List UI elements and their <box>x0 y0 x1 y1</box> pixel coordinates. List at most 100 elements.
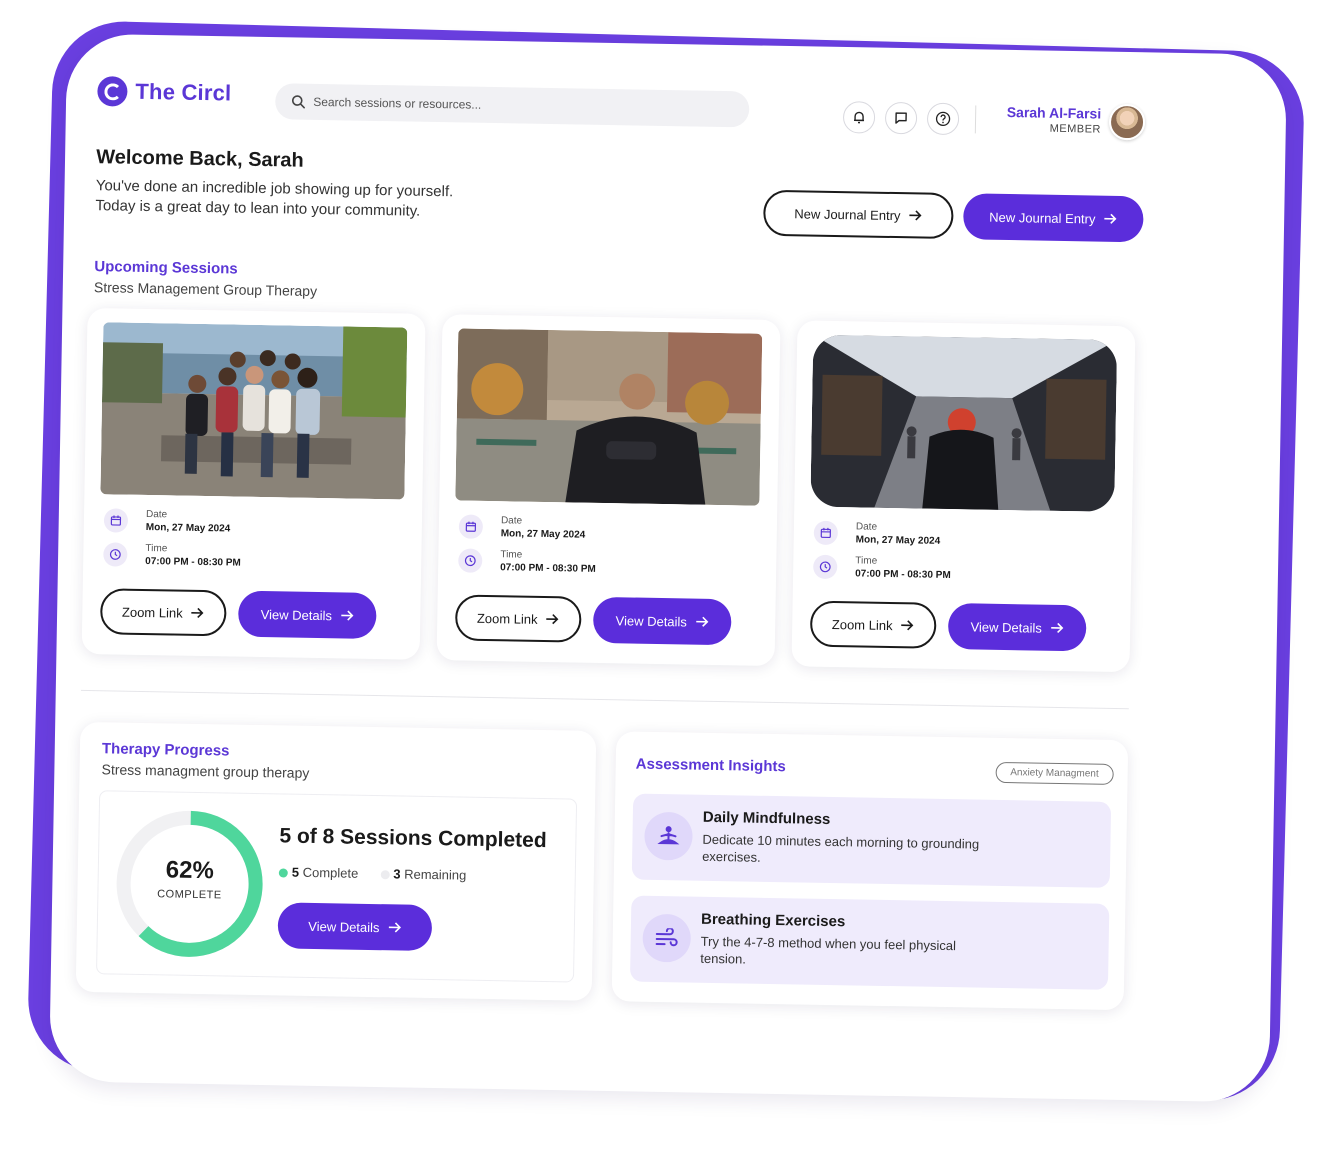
session-photo-subway <box>810 334 1118 512</box>
circl-logo-icon <box>97 76 128 107</box>
progress-percent: 62% <box>165 856 215 885</box>
button-label: View Details <box>970 618 1042 636</box>
section-subtitle: Stress Management Group Therapy <box>93 279 318 299</box>
time-value: 07:00 PM - 08:30 PM <box>145 556 241 569</box>
section-title: Assessment Insights <box>635 755 786 776</box>
section-title: Therapy Progress <box>101 740 230 760</box>
button-label: New Journal Entry <box>989 209 1096 227</box>
messages-button[interactable] <box>884 101 918 135</box>
session-photo-park <box>455 328 763 506</box>
button-label: Zoom Link <box>831 616 893 633</box>
session-time: Time 07:00 PM - 08:30 PM <box>458 548 596 575</box>
button-label: Zoom Link <box>121 604 183 621</box>
section-title: Upcoming Sessions <box>94 258 238 278</box>
button-label: New Journal Entry <box>794 205 901 223</box>
date-label: Date <box>145 509 168 521</box>
complete-dot-icon <box>278 868 288 878</box>
calendar-icon <box>813 520 839 546</box>
wind-icon <box>642 913 692 963</box>
time-label: Time <box>500 549 523 561</box>
user-info[interactable]: Sarah Al-Farsi MEMBER <box>991 104 1102 136</box>
legend-remaining: 3 Remaining <box>380 866 467 883</box>
button-label: View Details <box>308 918 380 935</box>
avatar[interactable] <box>1108 103 1146 141</box>
arrow-right-icon <box>901 620 914 631</box>
session-card: Date Mon, 27 May 2024 Time 07:00 PM - 08:3… <box>791 320 1136 673</box>
section-subtitle: Stress managment group therapy <box>101 761 310 781</box>
view-details-button[interactable]: View Details <box>592 596 732 646</box>
session-card: Date Mon, 27 May 2024 Time 07:00 PM - 08:3… <box>436 314 781 667</box>
time-value: 07:00 PM - 08:30 PM <box>855 568 951 582</box>
upcoming-sessions-header: Upcoming Sessions Stress Management Grou… <box>94 258 318 299</box>
arrow-right-icon <box>388 922 401 933</box>
arrow-right-icon <box>1104 213 1117 224</box>
notifications-button[interactable] <box>842 101 876 134</box>
meditation-icon <box>644 811 693 861</box>
category-tag[interactable]: Anxiety Managment <box>995 761 1114 785</box>
arrow-right-icon <box>909 210 922 221</box>
insight-item[interactable]: Daily Mindfulness Dedicate 10 minutes ea… <box>631 793 1112 888</box>
insight-title: Daily Mindfulness <box>702 808 831 829</box>
date-value: Mon, 27 May 2024 <box>855 534 941 547</box>
arrow-right-icon <box>546 614 559 625</box>
therapy-progress-header: Therapy Progress Stress managment group … <box>101 740 309 781</box>
view-details-button[interactable]: View Details <box>237 590 377 640</box>
view-details-button[interactable]: View Details <box>947 603 1087 652</box>
progress-panel: 62% COMPLETE 5 of 8 Sessions Completed 5… <box>96 790 578 983</box>
session-card: Date Mon, 27 May 2024 Time 07:00 PM - 08:3… <box>81 307 426 660</box>
search-bar[interactable] <box>274 83 750 128</box>
date-label: Date <box>500 515 523 527</box>
insight-title: Breathing Exercises <box>700 910 846 931</box>
calendar-icon <box>458 514 484 539</box>
zoom-link-button[interactable]: Zoom Link <box>809 600 937 649</box>
session-time: Time 07:00 PM - 08:30 PM <box>813 554 951 582</box>
session-date: Date Mon, 27 May 2024 <box>103 508 231 535</box>
view-details-button[interactable]: View Details <box>277 902 433 952</box>
user-role: MEMBER <box>1049 122 1102 136</box>
session-photo-group <box>100 322 408 500</box>
remaining-label: Remaining <box>404 866 467 883</box>
arrow-right-icon <box>695 616 709 627</box>
complete-count: 5 <box>291 864 300 880</box>
arrow-right-icon <box>191 607 204 619</box>
time-label: Time <box>855 555 878 567</box>
clock-icon <box>103 542 128 567</box>
zoom-link-button[interactable]: Zoom Link <box>99 588 227 637</box>
session-date: Date Mon, 27 May 2024 <box>813 520 941 547</box>
legend-complete: 5 Complete <box>278 864 358 881</box>
dashboard-screen: The Circl Sarah Al-Farsi MEMBER Welcome … <box>75 58 1252 1058</box>
section-divider <box>80 689 1129 710</box>
session-time: Time 07:00 PM - 08:30 PM <box>103 542 241 569</box>
time-label: Time <box>145 543 168 555</box>
therapy-progress-card: Therapy Progress Stress managment group … <box>75 721 597 1001</box>
search-input[interactable] <box>313 94 714 116</box>
arrow-right-icon <box>1050 622 1063 634</box>
calendar-icon <box>103 508 129 533</box>
user-name: Sarah Al-Farsi <box>1006 103 1102 122</box>
app-name: The Circl <box>135 78 232 106</box>
clock-icon <box>813 554 838 580</box>
session-date: Date Mon, 27 May 2024 <box>458 514 586 541</box>
search-icon <box>291 95 305 109</box>
button-label: Zoom Link <box>476 610 538 627</box>
bell-icon <box>854 111 865 124</box>
page-title: Welcome Back, Sarah <box>96 146 304 172</box>
header-divider <box>974 105 977 134</box>
insight-text: Dedicate 10 minutes each morning to grou… <box>702 831 980 865</box>
date-label: Date <box>855 521 878 533</box>
new-journal-entry-outline-button[interactable]: New Journal Entry <box>763 189 954 240</box>
assessment-insights-card: Assessment Insights Anxiety Managment Da… <box>611 731 1129 1011</box>
help-button[interactable] <box>926 102 960 136</box>
help-icon <box>935 111 951 127</box>
date-value: Mon, 27 May 2024 <box>145 522 231 535</box>
arrow-right-icon <box>340 610 354 621</box>
new-journal-entry-button[interactable]: New Journal Entry <box>962 193 1144 243</box>
insight-item[interactable]: Breathing Exercises Try the 4-7-8 method… <box>629 895 1110 990</box>
sessions-completed-headline: 5 of 8 Sessions Completed <box>279 824 547 853</box>
zoom-link-button[interactable]: Zoom Link <box>454 594 582 643</box>
app-logo[interactable]: The Circl <box>97 76 232 108</box>
clock-icon <box>458 548 483 573</box>
remaining-count: 3 <box>393 866 401 882</box>
button-label: View Details <box>615 612 688 629</box>
remaining-dot-icon <box>380 870 390 880</box>
